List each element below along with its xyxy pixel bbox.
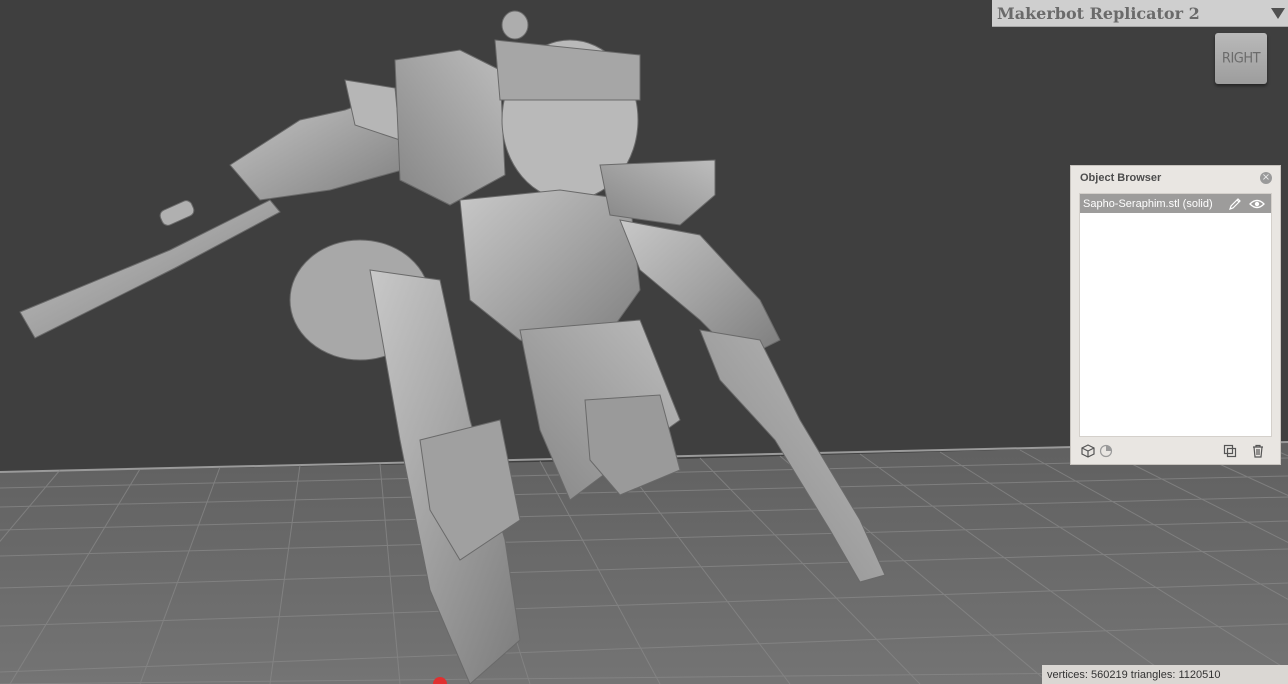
printer-select-dropdown[interactable]: Makerbot Replicator 2 — [992, 0, 1288, 27]
trash-icon[interactable] — [1250, 443, 1266, 459]
3d-viewport[interactable]: Makerbot Replicator 2 RIGHT Object Brows… — [0, 0, 1288, 684]
mesh-stats: vertices: 560219 triangles: 1120510 — [1047, 668, 1221, 681]
view-cube-face-right[interactable]: RIGHT — [1215, 33, 1267, 84]
edit-icon[interactable] — [1227, 196, 1243, 212]
object-browser-title: Object Browser — [1080, 172, 1162, 184]
list-item[interactable]: Sapho-Seraphim.stl (solid) — [1080, 194, 1271, 213]
object-item-label: Sapho-Seraphim.stl (solid) — [1083, 197, 1213, 210]
view-cube[interactable]: RIGHT — [1212, 30, 1268, 86]
eye-icon[interactable] — [1249, 196, 1265, 212]
object-browser-toolbar — [1071, 438, 1280, 464]
object-list[interactable]: Sapho-Seraphim.stl (solid) — [1079, 193, 1272, 437]
view-cube-label: RIGHT — [1221, 50, 1261, 67]
object-browser-panel: Object Browser × Sapho-Seraphim.stl (sol… — [1070, 165, 1281, 465]
close-icon[interactable]: × — [1260, 172, 1272, 184]
duplicate-icon[interactable] — [1222, 443, 1238, 459]
printer-name: Makerbot Replicator 2 — [997, 3, 1200, 23]
pie-chart-icon[interactable] — [1098, 443, 1114, 459]
status-bar: vertices: 560219 triangles: 1120510 — [1042, 665, 1288, 684]
cube-icon[interactable] — [1080, 443, 1096, 459]
chevron-down-icon[interactable] — [1271, 7, 1285, 19]
